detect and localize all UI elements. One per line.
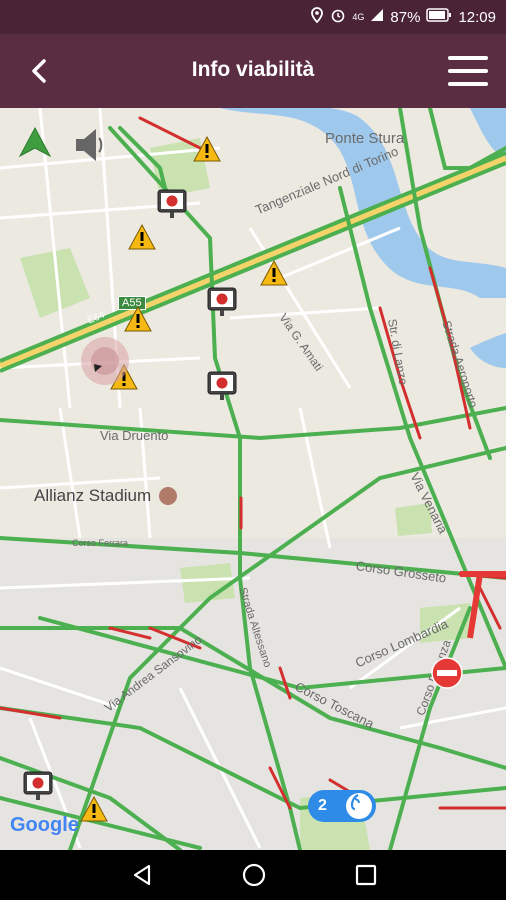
map-label-via-druento: Via Druento — [100, 428, 169, 443]
nav-back-button[interactable] — [128, 862, 156, 888]
battery-percent: 87% — [390, 8, 421, 26]
traffic-events-count: 2 — [318, 797, 327, 814]
hamburger-icon-line — [448, 69, 488, 73]
hamburger-icon-line — [448, 82, 488, 86]
stadium-icon — [159, 487, 178, 505]
location-icon — [310, 7, 324, 27]
nav-recents-button[interactable] — [352, 862, 380, 888]
status-icons: 4G 87% 12:09 — [310, 7, 496, 27]
poi-label: Allianz Stadium — [34, 486, 152, 505]
status-bar: 4G 87% 12:09 — [0, 0, 506, 34]
menu-button[interactable] — [446, 52, 490, 90]
alarm-icon — [330, 7, 346, 27]
triangle-back-icon — [133, 864, 151, 886]
traffic-events-badge[interactable]: 2 — [308, 790, 376, 822]
traffic-info-icon — [346, 793, 372, 819]
map-label-corso-ferrara: Corso Ferrara — [72, 538, 129, 548]
page-title: Info viabilità — [191, 58, 315, 81]
signal-label: 4G — [352, 12, 365, 22]
circle-home-icon — [242, 863, 266, 887]
system-nav-bar — [0, 850, 506, 900]
poi-allianz-stadium[interactable]: Allianz Stadium — [34, 486, 178, 506]
map-canvas — [0, 108, 506, 850]
navigation-arrow-icon — [18, 126, 52, 158]
signal-icon — [370, 8, 384, 26]
app-bar: Info viabilità — [0, 34, 506, 108]
nav-home-button[interactable] — [240, 862, 268, 888]
hamburger-icon-line — [448, 56, 488, 60]
battery-icon — [426, 8, 452, 26]
map-view[interactable]: Ponte Stura Tangenziale Nord di Torino V… — [0, 108, 506, 850]
speaker-icon — [76, 129, 103, 161]
clock: 12:09 — [458, 8, 496, 26]
square-recents-icon — [355, 864, 377, 886]
google-logo: Google — [10, 814, 79, 836]
